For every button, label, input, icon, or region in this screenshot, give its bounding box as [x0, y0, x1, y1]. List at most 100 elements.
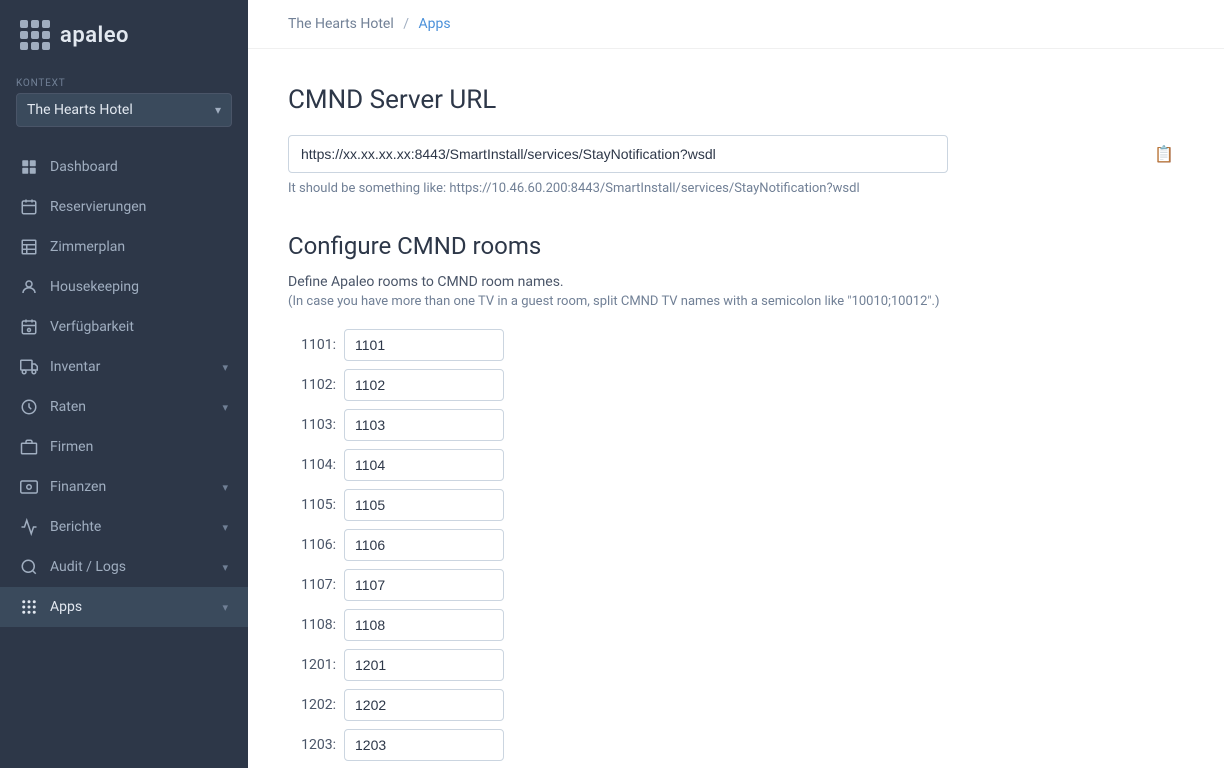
- sidebar-item-verfugbarkeit[interactable]: Verfügbarkeit: [0, 307, 248, 347]
- housekeeping-icon: [20, 278, 38, 296]
- chevron-down-icon: ▾: [222, 361, 228, 374]
- kontext-section: Kontext The Hearts Hotel ▾: [0, 70, 248, 131]
- inventar-icon: [20, 358, 38, 376]
- room-input[interactable]: [344, 729, 504, 761]
- room-list: 1101: 1102: 1103: 1104: 1105: 1106: 1107: 1108:…: [288, 329, 1184, 768]
- main-content: The Hearts Hotel / Apps CMND Server URL …: [248, 0, 1224, 768]
- copy-icon[interactable]: 📋: [1154, 145, 1174, 164]
- sidebar-item-housekeeping-label: Housekeeping: [50, 279, 228, 295]
- sidebar-item-apps[interactable]: Apps ▾: [0, 587, 248, 627]
- room-input[interactable]: [344, 609, 504, 641]
- room-input[interactable]: [344, 689, 504, 721]
- chevron-down-icon: ▾: [215, 103, 221, 117]
- room-label: 1102:: [288, 377, 336, 393]
- breadcrumb-parent[interactable]: The Hearts Hotel: [288, 16, 394, 32]
- room-row: 1101:: [288, 329, 1184, 361]
- sidebar-item-zimmerplan[interactable]: Zimmerplan: [0, 227, 248, 267]
- chevron-down-icon: ▾: [222, 561, 228, 574]
- breadcrumb-current: Apps: [418, 16, 450, 32]
- sidebar-item-reservierungen[interactable]: Reservierungen: [0, 187, 248, 227]
- sidebar-item-berichte[interactable]: Berichte ▾: [0, 507, 248, 547]
- logo-grid-icon: [20, 20, 50, 50]
- logo-area: apaleo: [0, 0, 248, 70]
- hotel-selector[interactable]: The Hearts Hotel ▾: [16, 93, 232, 127]
- room-input[interactable]: [344, 329, 504, 361]
- configure-description: Define Apaleo rooms to CMND room names.: [288, 274, 1184, 290]
- audit-icon: [20, 558, 38, 576]
- sidebar-item-reservierungen-label: Reservierungen: [50, 199, 228, 215]
- content-area: CMND Server URL 📋 It should be something…: [248, 49, 1224, 768]
- room-row: 1103:: [288, 409, 1184, 441]
- sidebar: apaleo Kontext The Hearts Hotel ▾ Dashbo…: [0, 0, 248, 768]
- sidebar-item-firmen[interactable]: Firmen: [0, 427, 248, 467]
- dashboard-icon: [20, 158, 38, 176]
- sidebar-item-berichte-label: Berichte: [50, 519, 210, 535]
- room-input[interactable]: [344, 489, 504, 521]
- room-label: 1108:: [288, 617, 336, 633]
- room-label: 1107:: [288, 577, 336, 593]
- firmen-icon: [20, 438, 38, 456]
- sidebar-item-finanzen[interactable]: Finanzen ▾: [0, 467, 248, 507]
- room-label: 1103:: [288, 417, 336, 433]
- sidebar-item-housekeeping[interactable]: Housekeeping: [0, 267, 248, 307]
- sidebar-nav: Dashboard Reservierungen Zimmerplan: [0, 147, 248, 768]
- chevron-down-icon: ▾: [222, 481, 228, 494]
- sidebar-item-inventar[interactable]: Inventar ▾: [0, 347, 248, 387]
- room-input[interactable]: [344, 569, 504, 601]
- room-label: 1202:: [288, 697, 336, 713]
- chevron-down-icon: ▾: [222, 521, 228, 534]
- room-label: 1203:: [288, 737, 336, 753]
- verfugbarkeit-icon: [20, 318, 38, 336]
- room-label: 1106:: [288, 537, 336, 553]
- sidebar-item-verfugbarkeit-label: Verfügbarkeit: [50, 319, 228, 335]
- zimmerplan-icon: [20, 238, 38, 256]
- cmnd-url-input[interactable]: [288, 135, 948, 173]
- room-input[interactable]: [344, 409, 504, 441]
- raten-icon: [20, 398, 38, 416]
- room-row: 1201:: [288, 649, 1184, 681]
- sidebar-item-raten[interactable]: Raten ▾: [0, 387, 248, 427]
- room-row: 1104:: [288, 449, 1184, 481]
- room-label: 1104:: [288, 457, 336, 473]
- configure-cmnd-rooms-title: Configure CMND rooms: [288, 232, 1184, 260]
- room-label: 1105:: [288, 497, 336, 513]
- room-row: 1202:: [288, 689, 1184, 721]
- cmnd-url-hint: It should be something like: https://10.…: [288, 181, 1184, 196]
- logo-text: apaleo: [60, 23, 129, 48]
- breadcrumb-separator: /: [403, 16, 409, 32]
- room-input[interactable]: [344, 529, 504, 561]
- room-row: 1108:: [288, 609, 1184, 641]
- sidebar-item-zimmerplan-label: Zimmerplan: [50, 239, 228, 255]
- room-row: 1105:: [288, 489, 1184, 521]
- hotel-name: The Hearts Hotel: [27, 102, 133, 118]
- apps-icon: [20, 598, 38, 616]
- sidebar-item-firmen-label: Firmen: [50, 439, 228, 455]
- sidebar-item-audit-logs-label: Audit / Logs: [50, 559, 210, 575]
- sidebar-item-apps-label: Apps: [50, 599, 210, 615]
- sidebar-item-inventar-label: Inventar: [50, 359, 210, 375]
- room-label: 1101:: [288, 337, 336, 353]
- sidebar-item-dashboard-label: Dashboard: [50, 159, 228, 175]
- chevron-down-icon: ▾: [222, 401, 228, 414]
- sidebar-item-finanzen-label: Finanzen: [50, 479, 210, 495]
- room-input[interactable]: [344, 369, 504, 401]
- url-input-wrapper: 📋: [288, 135, 1184, 173]
- reservierungen-icon: [20, 198, 38, 216]
- cmnd-server-url-title: CMND Server URL: [288, 85, 1184, 115]
- room-row: 1106:: [288, 529, 1184, 561]
- sidebar-item-raten-label: Raten: [50, 399, 210, 415]
- configure-note: (In case you have more than one TV in a …: [288, 294, 1184, 309]
- room-row: 1102:: [288, 369, 1184, 401]
- room-input[interactable]: [344, 649, 504, 681]
- sidebar-item-dashboard[interactable]: Dashboard: [0, 147, 248, 187]
- room-input[interactable]: [344, 449, 504, 481]
- room-row: 1107:: [288, 569, 1184, 601]
- finanzen-icon: [20, 478, 38, 496]
- sidebar-item-audit-logs[interactable]: Audit / Logs ▾: [0, 547, 248, 587]
- berichte-icon: [20, 518, 38, 536]
- room-row: 1203:: [288, 729, 1184, 761]
- kontext-label: Kontext: [16, 78, 232, 89]
- chevron-down-icon: ▾: [222, 601, 228, 614]
- breadcrumb: The Hearts Hotel / Apps: [248, 0, 1224, 49]
- room-label: 1201:: [288, 657, 336, 673]
